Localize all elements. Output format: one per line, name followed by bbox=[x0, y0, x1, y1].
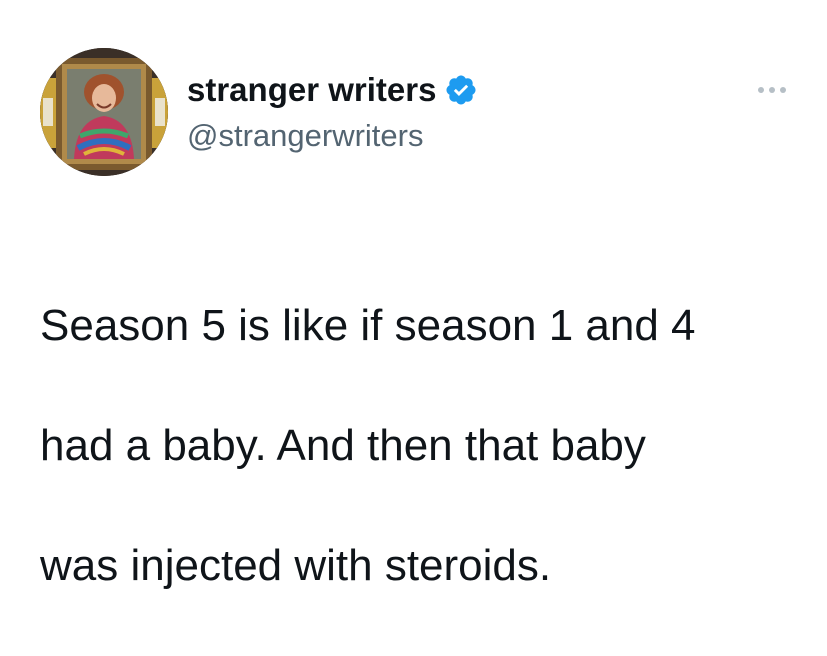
framed-portrait-avatar-icon bbox=[40, 48, 168, 176]
more-dot bbox=[758, 87, 764, 93]
display-name-text[interactable]: stranger writers bbox=[187, 70, 436, 110]
verified-badge-icon bbox=[446, 75, 476, 105]
tweet-text-line: had a baby. And then that baby bbox=[40, 421, 646, 470]
more-dot bbox=[780, 87, 786, 93]
author-handle[interactable]: @strangerwriters bbox=[187, 116, 423, 156]
author-avatar[interactable] bbox=[40, 48, 168, 176]
tweet-card: stranger writers @strangerwriters Season… bbox=[0, 0, 827, 590]
author-display-name[interactable]: stranger writers bbox=[187, 70, 478, 110]
tweet-text: Season 5 is like if season 1 and 4 had a… bbox=[40, 236, 800, 656]
tweet-text-line: was injected with steroids. bbox=[40, 541, 552, 590]
more-dot bbox=[769, 87, 775, 93]
more-options-button[interactable] bbox=[752, 78, 792, 102]
tweet-text-line: Season 5 is like if season 1 and 4 bbox=[40, 301, 696, 350]
